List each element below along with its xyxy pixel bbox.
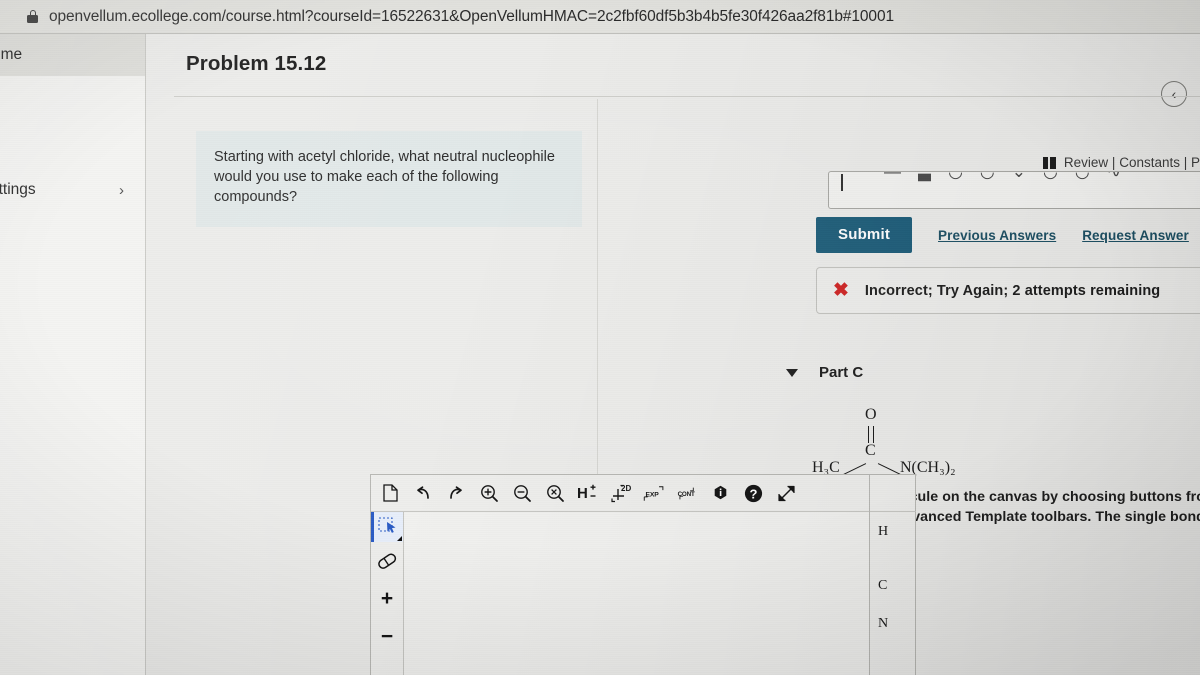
url-text[interactable]: openvellum.ecollege.com/course.html?cour… (49, 8, 894, 26)
atom-toolbar-divider (870, 511, 916, 512)
x-mark-icon: ✖ (833, 280, 849, 301)
browser-address-bar[interactable]: openvellum.ecollege.com/course.html?cour… (0, 0, 1200, 34)
screenshot-root: openvellum.ecollege.com/course.html?cour… (0, 0, 1200, 675)
request-answer-link[interactable]: Request Answer (1082, 228, 1189, 243)
sidebar-item-home-label: ome (0, 45, 23, 63)
info-icon[interactable] (709, 482, 731, 504)
undo-icon[interactable] (412, 482, 434, 504)
svg-text:?: ? (749, 486, 757, 501)
atom-h-button[interactable]: H (874, 519, 912, 545)
app-sidebar: ome ettings › (0, 33, 146, 675)
redo-icon[interactable] (445, 482, 467, 504)
editor-atom-toolbar: H C N (870, 474, 916, 675)
text-caret (841, 174, 843, 191)
zoom-reset-icon[interactable] (544, 482, 566, 504)
book-icon (1042, 156, 1056, 169)
review-links[interactable]: Review | Constants | P (1042, 155, 1200, 170)
zoom-out-icon[interactable] (511, 482, 533, 504)
zoom-in-icon[interactable] (478, 482, 500, 504)
editor-toolbar: H 2D EXP CONT ? (371, 475, 869, 512)
clean-2d-icon[interactable]: 2D (610, 482, 632, 504)
hydrogen-toggle-icon[interactable]: H (577, 482, 599, 504)
fullscreen-icon[interactable] (775, 482, 797, 504)
drawing-canvas[interactable] (404, 512, 869, 675)
molecule-structure: O C H₃C N(CH₃)₂ (812, 406, 992, 476)
tool-options-corner[interactable] (397, 536, 402, 541)
sidebar-item-home[interactable]: ome (0, 33, 146, 76)
new-document-icon[interactable] (379, 482, 401, 504)
molecule-atom-oxygen: O (865, 406, 877, 423)
part-c-header[interactable]: Part C (786, 364, 863, 381)
triangle-down-icon[interactable] (786, 368, 798, 377)
molecule-editor[interactable]: H 2D EXP CONT ? + − (370, 474, 870, 675)
answer-actions: Submit Previous Answers Request Answer (816, 217, 1189, 253)
svg-text:EXP: EXP (646, 491, 660, 498)
expand-abbrev-icon[interactable]: EXP (643, 482, 665, 504)
decrease-charge-icon[interactable]: − (371, 622, 403, 652)
contract-abbrev-icon[interactable]: CONT (676, 482, 698, 504)
sidebar-item-settings[interactable]: ettings › (0, 173, 146, 207)
page-title: Problem 15.12 (186, 52, 327, 75)
feedback-text: Incorrect; Try Again; 2 attempts remaini… (864, 282, 1161, 299)
question-text: Starting with acetyl chloride, what neut… (214, 149, 555, 205)
increase-charge-icon[interactable]: + (371, 584, 403, 614)
svg-text:H: H (577, 485, 588, 502)
editor-left-toolbar: + − (371, 512, 404, 675)
main-content: Problem 15.12 ‹ Starting with acetyl chl… (146, 33, 1200, 675)
atom-c-button[interactable]: C (874, 573, 912, 599)
selection-tool-icon[interactable] (371, 512, 403, 542)
answer-input[interactable]: —▃◡◡⌄◡◡∿ (828, 171, 1200, 209)
review-links-label[interactable]: Review | Constants | P (1064, 155, 1200, 170)
submit-button[interactable]: Submit (816, 217, 913, 253)
lock-icon (27, 10, 38, 23)
title-divider (174, 96, 1200, 97)
double-bond-line-a (868, 426, 870, 443)
sidebar-item-settings-label: ettings (0, 181, 36, 198)
eraser-tool-icon[interactable] (371, 546, 403, 576)
feedback-banner: ✖ Incorrect; Try Again; 2 attempts remai… (816, 267, 1200, 314)
chevron-right-icon: › (119, 181, 124, 199)
atom-n-button[interactable]: N (874, 611, 912, 637)
double-bond-line-b (873, 426, 875, 443)
help-icon[interactable]: ? (742, 482, 764, 504)
clipped-answer-glyphs: —▃◡◡⌄◡◡∿ (884, 172, 1121, 191)
question-panel: Starting with acetyl chloride, what neut… (196, 131, 582, 227)
previous-answers-link[interactable]: Previous Answers (938, 228, 1056, 243)
sidebar-divider (145, 33, 146, 675)
molecule-atom-carbonyl-carbon: C (865, 442, 876, 459)
part-c-label: Part C (819, 364, 864, 381)
